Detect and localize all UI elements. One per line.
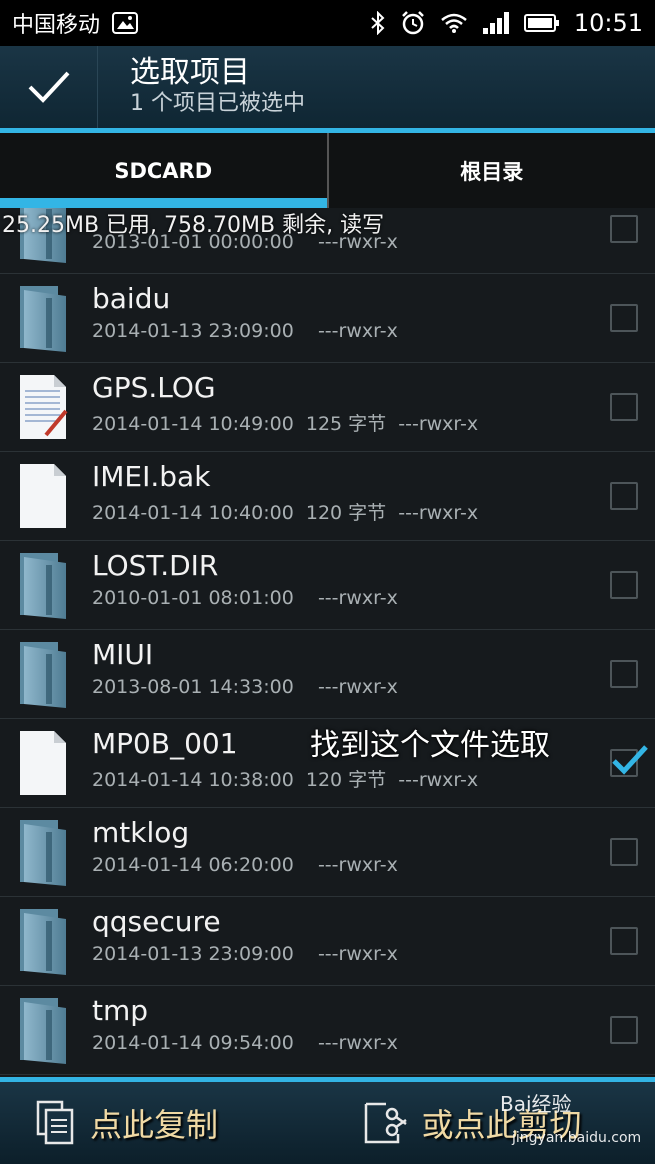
folder-icon	[16, 549, 70, 621]
checkbox[interactable]	[610, 393, 638, 421]
page-title: 选取项目	[130, 55, 250, 90]
checkbox[interactable]	[610, 1016, 638, 1044]
file-name: baidu	[92, 282, 171, 315]
tab-active-indicator	[0, 198, 327, 208]
file-row[interactable]: qqsecure 2014-01-13 23:09:00 ---rwxr-x	[0, 897, 655, 986]
copy-label: 点此复制	[90, 1106, 219, 1144]
tab-root[interactable]: 根目录	[326, 133, 655, 208]
folder-icon	[16, 994, 70, 1066]
checkbox[interactable]	[610, 838, 638, 866]
tab-label: 根目录	[460, 159, 524, 184]
file-meta: 2010-01-01 08:01:00 ---rwxr-x	[92, 587, 398, 609]
file-meta: 2013-08-01 14:33:00 ---rwxr-x	[92, 676, 398, 698]
checkmark-icon	[28, 71, 69, 103]
carrier-label: 中国移动	[12, 13, 101, 38]
file-row[interactable]: baidu 2014-01-13 23:09:00 ---rwxr-x	[0, 274, 655, 363]
cut-icon	[364, 1102, 407, 1144]
checkbox-checked-icon	[610, 741, 650, 781]
action-bar: 选取项目 1 个项目已被选中	[0, 46, 655, 128]
file-name: tmp	[92, 994, 149, 1027]
file-list[interactable]: 2013-01-01 00:00:00 ---rwxr-x baidu 2014-0…	[0, 208, 655, 1076]
file-meta: 2014-01-14 06:20:00 ---rwxr-x	[92, 854, 398, 876]
file-name: MIUI	[92, 638, 154, 671]
copy-button[interactable]: 点此复制	[0, 1082, 328, 1164]
selection-count: 1 个项目已被选中	[130, 91, 305, 116]
checkbox[interactable]	[610, 304, 638, 332]
watermark-text: Bai经验	[500, 1092, 572, 1116]
tab-bar: SDCARD 根目录	[0, 133, 655, 208]
file-meta: 2014-01-13 23:09:00 ---rwxr-x	[92, 320, 398, 342]
file-name: qqsecure	[92, 905, 221, 938]
alarm-icon	[401, 11, 424, 35]
done-button[interactable]	[0, 46, 98, 128]
file-name: LOST.DIR	[92, 549, 219, 582]
file-row[interactable]: IMEI.bak 2014-01-14 10:40:00 120 字节 ---rw…	[0, 452, 655, 541]
signal-icon	[482, 12, 509, 34]
watermark: Bai经验 jingyan.baidu.com	[500, 1088, 650, 1158]
annotation-text: 找到这个文件选取	[310, 728, 550, 763]
battery-icon	[523, 14, 559, 32]
file-name: MP0B_001	[92, 727, 238, 760]
folder-icon	[16, 638, 70, 710]
file-name: GPS.LOG	[92, 371, 216, 404]
file-row[interactable]: MIUI 2013-08-01 14:33:00 ---rwxr-x	[0, 630, 655, 719]
file-name: mtklog	[92, 816, 190, 849]
status-bar: 中国移动 10:51	[0, 0, 655, 46]
file-meta: 2014-01-14 09:54:00 ---rwxr-x	[92, 1032, 398, 1054]
file-icon	[16, 460, 70, 532]
bluetooth-icon	[371, 11, 385, 35]
checkbox[interactable]	[610, 660, 638, 688]
wifi-icon	[441, 13, 467, 33]
file-row[interactable]: tmp 2014-01-14 09:54:00 ---rwxr-x	[0, 986, 655, 1075]
watermark-url: jingyan.baidu.com	[512, 1130, 642, 1146]
folder-icon	[16, 905, 70, 977]
file-meta: 2014-01-14 10:49:00 125 字节 ---rwxr-x	[92, 413, 479, 435]
checkbox[interactable]	[610, 482, 638, 510]
text-file-icon	[16, 371, 70, 443]
file-meta: 2014-01-13 23:09:00 ---rwxr-x	[92, 943, 398, 965]
folder-icon	[16, 282, 70, 354]
file-row[interactable]: mtklog 2014-01-14 06:20:00 ---rwxr-x	[0, 808, 655, 897]
file-meta: 2014-01-14 10:38:00 120 字节 ---rwxr-x	[92, 769, 479, 791]
tab-sdcard[interactable]: SDCARD	[0, 133, 327, 208]
copy-icon	[36, 1100, 74, 1145]
storage-info: 25.25MB 已用, 758.70MB 剩余, 读写	[2, 213, 385, 238]
checkbox[interactable]	[610, 927, 638, 955]
file-icon	[16, 727, 70, 799]
checkbox[interactable]	[610, 571, 638, 599]
file-row[interactable]: GPS.LOG 2014-01-14 10:49:00 125 字节 ---rwx…	[0, 363, 655, 452]
file-name: IMEI.bak	[92, 460, 211, 493]
clock: 10:51	[573, 9, 643, 37]
file-meta: 2014-01-14 10:40:00 120 字节 ---rwxr-x	[92, 502, 479, 524]
image-notification-icon	[112, 12, 139, 34]
file-row[interactable]: LOST.DIR 2010-01-01 08:01:00 ---rwxr-x	[0, 541, 655, 630]
folder-icon	[16, 816, 70, 888]
tab-label: SDCARD	[114, 158, 213, 183]
